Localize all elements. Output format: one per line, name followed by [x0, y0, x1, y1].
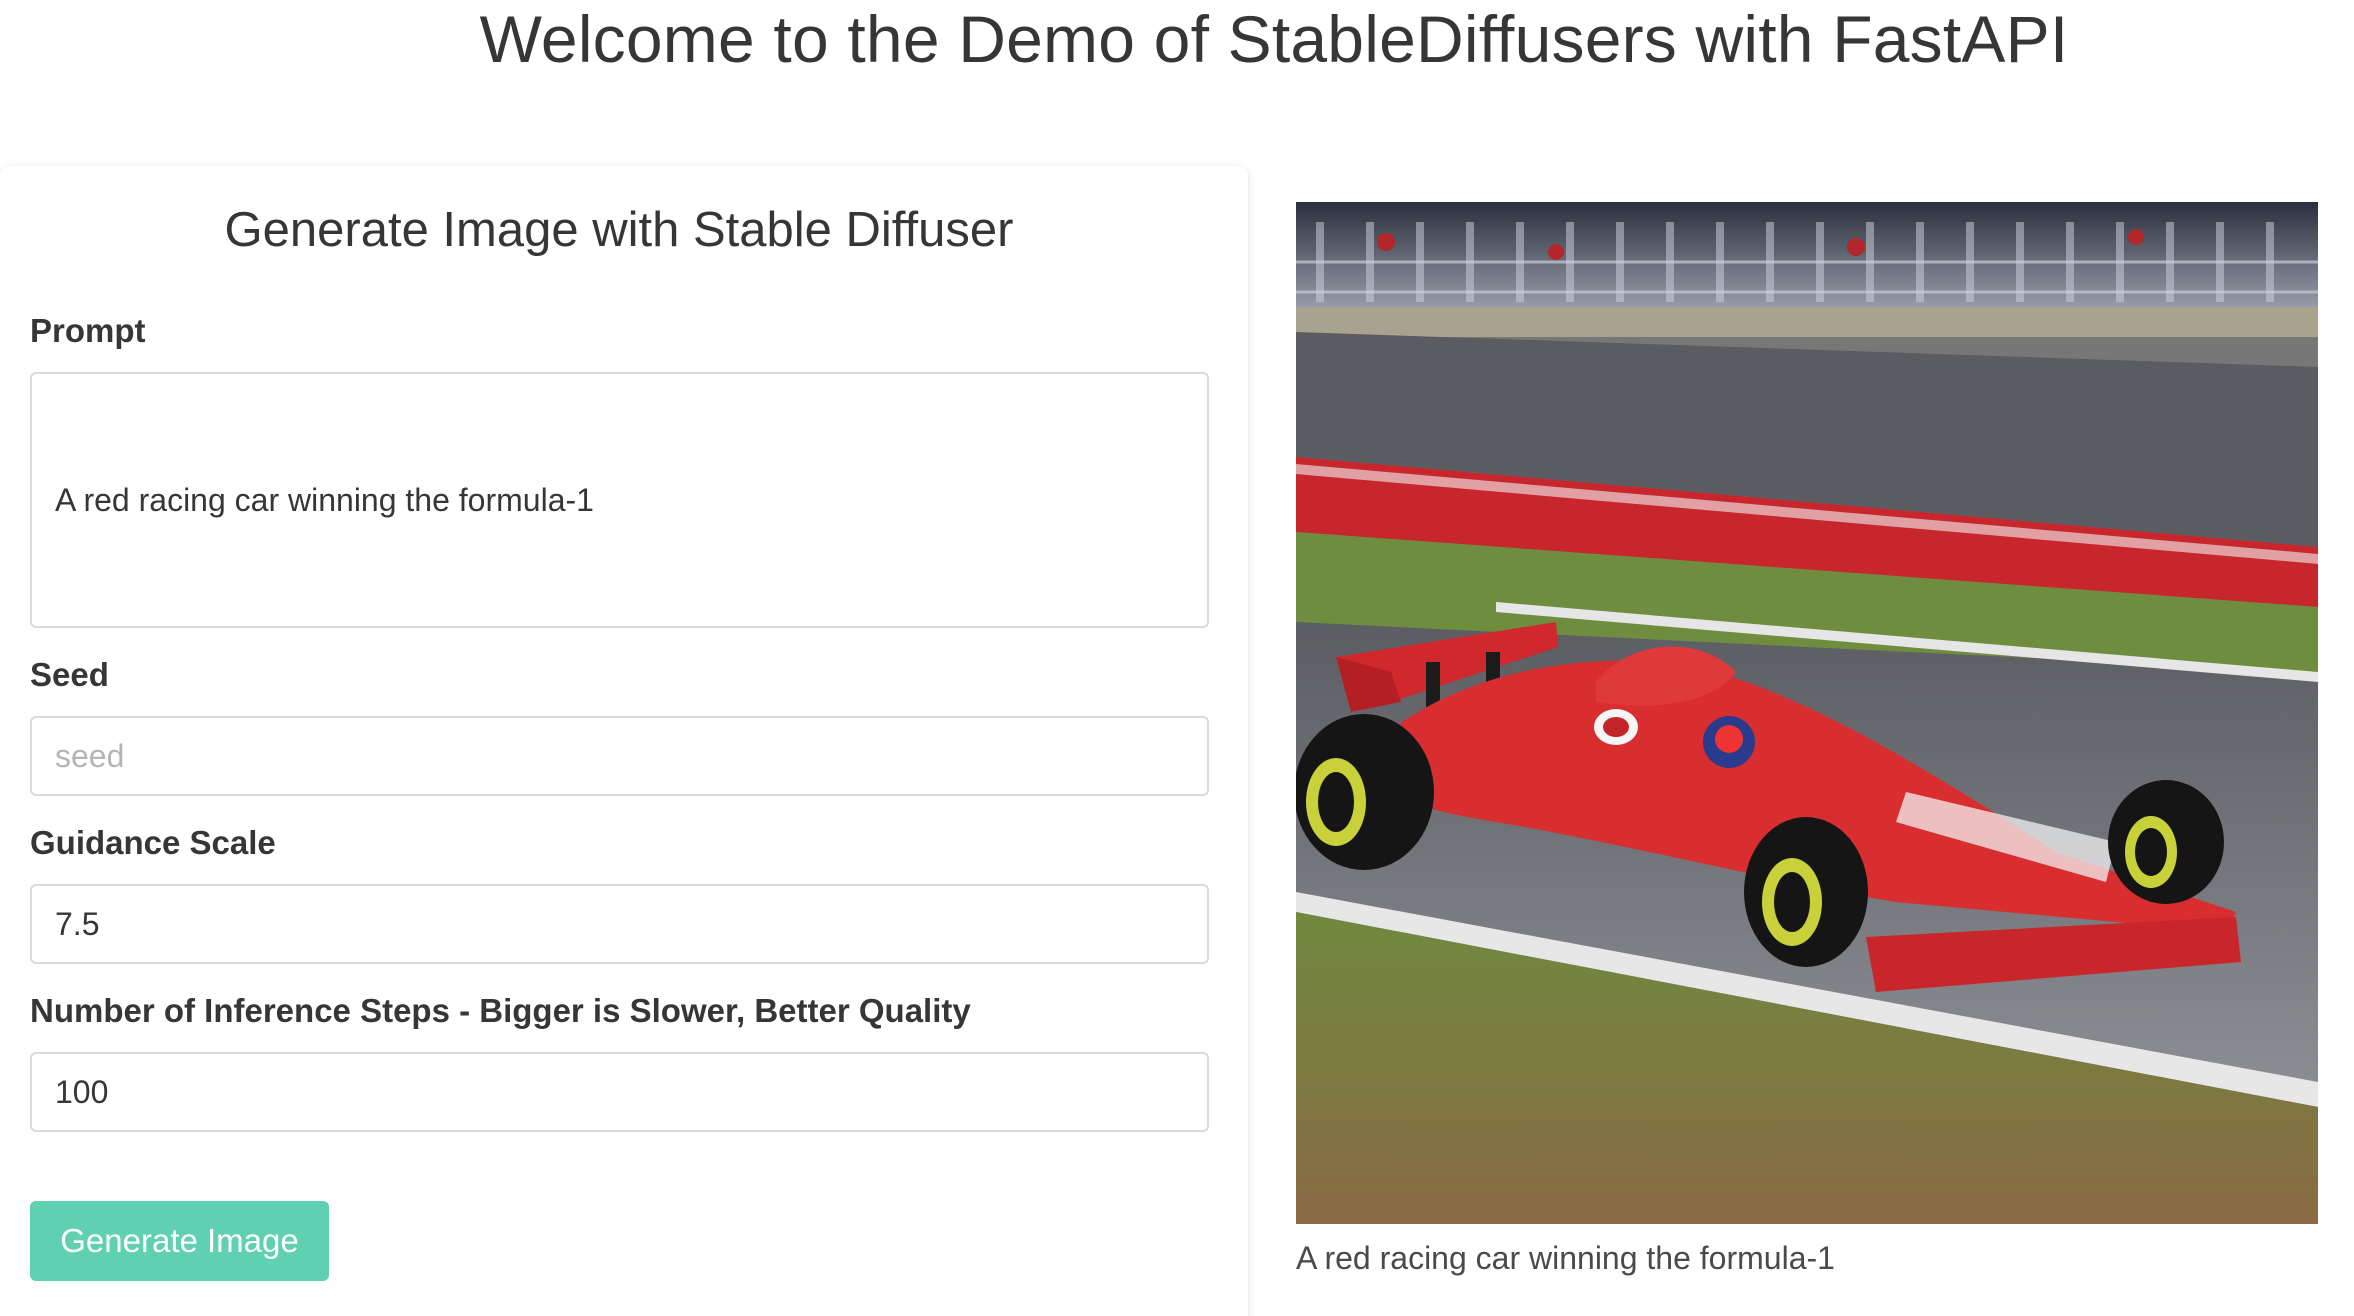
seed-label: Seed — [30, 656, 109, 693]
guidance-scale-input[interactable] — [30, 884, 1209, 964]
guidance-scale-label: Guidance Scale — [30, 824, 276, 861]
prompt-textarea[interactable]: A red racing car winning the formula-1 — [30, 372, 1209, 628]
generate-image-button[interactable]: Generate Image — [30, 1201, 329, 1281]
inference-steps-label: Number of Inference Steps - Bigger is Sl… — [30, 992, 971, 1029]
seed-input[interactable] — [30, 716, 1209, 796]
page: Welcome to the Demo of StableDiffusers w… — [0, 0, 2354, 1316]
generate-form-card: Generate Image with Stable Diffuser Prom… — [0, 166, 1248, 1316]
form-title: Generate Image with Stable Diffuser — [224, 203, 1014, 257]
generated-image — [1296, 202, 2318, 1224]
prompt-label: Prompt — [30, 312, 146, 349]
page-title: Welcome to the Demo of StableDiffusers w… — [479, 2, 2069, 76]
image-caption: A red racing car winning the formula-1 — [1296, 1240, 1835, 1276]
race-car-image — [1296, 202, 2318, 1224]
prompt-value: A red racing car winning the formula-1 — [55, 481, 594, 518]
inference-steps-input[interactable] — [30, 1052, 1209, 1132]
